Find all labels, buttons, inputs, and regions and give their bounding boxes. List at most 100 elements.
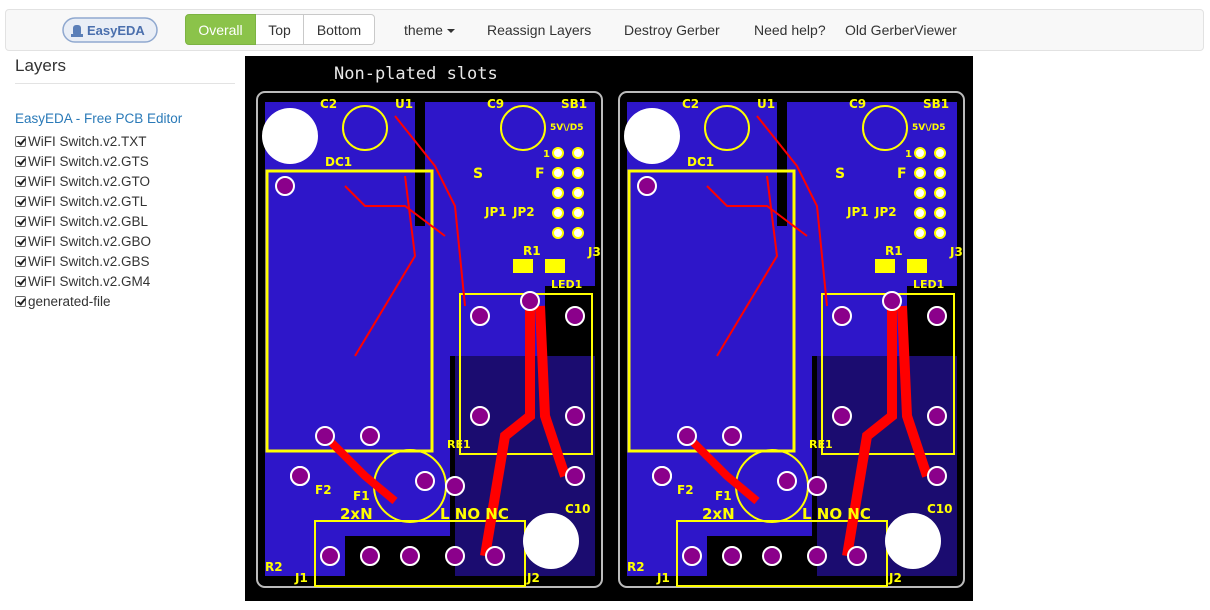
layer-checkbox[interactable] (15, 155, 26, 167)
pad (485, 546, 505, 566)
header-pin (934, 167, 946, 179)
silk-label: F2 (315, 483, 332, 497)
layer-checkbox[interactable] (15, 275, 26, 287)
pad (927, 406, 947, 426)
silk-label: L NO NC (802, 505, 871, 523)
silk-label: 1 (543, 149, 550, 160)
header-pin (572, 187, 584, 199)
pad (315, 426, 335, 446)
destroy-gerber-link[interactable]: Destroy Gerber (624, 22, 720, 38)
theme-label: theme (404, 22, 443, 38)
pad (832, 306, 852, 326)
pad (445, 546, 465, 566)
easyeda-editor-link[interactable]: EasyEDA - Free PCB Editor (15, 111, 235, 131)
silk-label: C9 (487, 97, 504, 111)
silk-label: DC1 (325, 155, 352, 169)
pad (565, 306, 585, 326)
header-pin (934, 187, 946, 199)
silk-label: R1 (885, 244, 903, 258)
header-pin (552, 207, 564, 219)
pad (807, 546, 827, 566)
pad (927, 306, 947, 326)
easyeda-logo[interactable]: EasyEDA (62, 17, 158, 43)
layer-item[interactable]: WiFI Switch.v2.TXT (15, 131, 235, 151)
top-navbar: EasyEDA Overall Top Bottom theme Reassig… (5, 9, 1204, 51)
pad (677, 426, 697, 446)
silk-label: LED1 (913, 278, 944, 291)
pad (722, 546, 742, 566)
pad (882, 291, 902, 311)
layer-item[interactable]: WiFI Switch.v2.GTS (15, 151, 235, 171)
silk-label: 2xN (340, 505, 373, 523)
silk-label: J2 (526, 571, 540, 585)
pad (777, 471, 797, 491)
pad (470, 406, 490, 426)
silk-label: 2xN (702, 505, 735, 523)
gerber-canvas[interactable]: Non-plated slots C2 U1 C9 SB1 5V\/D5 DC1 S F JP1… (245, 56, 973, 601)
silk-label: J1 (656, 571, 670, 585)
layer-checkbox[interactable] (15, 175, 26, 187)
layer-checkbox[interactable] (15, 215, 26, 227)
pad (470, 306, 490, 326)
silk-label: 5V\/D5 (912, 123, 946, 133)
top-button[interactable]: Top (256, 14, 304, 45)
header-pin (552, 167, 564, 179)
resistor-r1 (875, 259, 895, 273)
layer-label: WiFI Switch.v2.GTS (28, 153, 149, 169)
silk-label: F1 (715, 489, 732, 503)
layer-item[interactable]: WiFI Switch.v2.GM4 (15, 271, 235, 291)
silk-label: RE1 (809, 438, 833, 451)
reassign-layers-link[interactable]: Reassign Layers (487, 22, 591, 38)
need-help-link[interactable]: Need help? (754, 22, 826, 38)
led-led1 (907, 259, 927, 273)
silk-label: S (473, 166, 483, 182)
layer-label: WiFI Switch.v2.GBS (28, 253, 150, 269)
theme-dropdown[interactable]: theme (404, 22, 455, 38)
silk-label: 5V\/D5 (550, 123, 584, 133)
old-gerber-viewer-link[interactable]: Old GerberViewer (845, 22, 957, 38)
pad (637, 176, 657, 196)
layer-checkbox[interactable] (15, 135, 26, 147)
layer-item[interactable]: WiFI Switch.v2.GBO (15, 231, 235, 251)
layer-checkbox[interactable] (15, 235, 26, 247)
silk-label: JP2 (512, 205, 535, 219)
layer-item[interactable]: WiFI Switch.v2.GTO (15, 171, 235, 191)
silk-label: S (835, 166, 845, 182)
header-pin (914, 147, 926, 159)
silk-label: C10 (565, 502, 591, 516)
silk-label: R1 (523, 244, 541, 258)
overall-button[interactable]: Overall (185, 14, 256, 45)
layer-checkbox[interactable] (15, 295, 26, 307)
board-header: Non-plated slots (334, 64, 498, 84)
layer-checkbox[interactable] (15, 255, 26, 267)
layer-checkbox[interactable] (15, 195, 26, 207)
silk-label: F2 (677, 483, 694, 497)
header-pin (934, 147, 946, 159)
pad (415, 471, 435, 491)
layer-label: WiFI Switch.v2.GM4 (28, 273, 151, 289)
silk-label: RE1 (447, 438, 471, 451)
layer-label: WiFI Switch.v2.GTO (28, 173, 151, 189)
silk-label: JP2 (874, 205, 897, 219)
layer-label: WiFI Switch.v2.GBO (28, 233, 152, 249)
layer-item[interactable]: WiFI Switch.v2.GBS (15, 251, 235, 271)
silk-label: F1 (353, 489, 370, 503)
layer-item[interactable]: WiFI Switch.v2.GTL (15, 191, 235, 211)
pad (400, 546, 420, 566)
mounting-hole (885, 513, 941, 569)
layer-item[interactable]: WiFI Switch.v2.GBL (15, 211, 235, 231)
layer-label: WiFI Switch.v2.TXT (28, 133, 147, 149)
view-toggle-group: Overall Top Bottom (185, 14, 375, 45)
layer-item[interactable]: generated-file (15, 291, 235, 311)
pad (847, 546, 867, 566)
pad (807, 476, 827, 496)
layer-label: generated-file (28, 293, 111, 309)
silk-label: DC1 (687, 155, 714, 169)
header-pin (552, 147, 564, 159)
pad (927, 466, 947, 486)
silk-label: SB1 (923, 97, 949, 111)
silk-label: J3 (587, 245, 601, 259)
bottom-button[interactable]: Bottom (304, 14, 375, 45)
header-pin (914, 167, 926, 179)
silk-label: SB1 (561, 97, 587, 111)
